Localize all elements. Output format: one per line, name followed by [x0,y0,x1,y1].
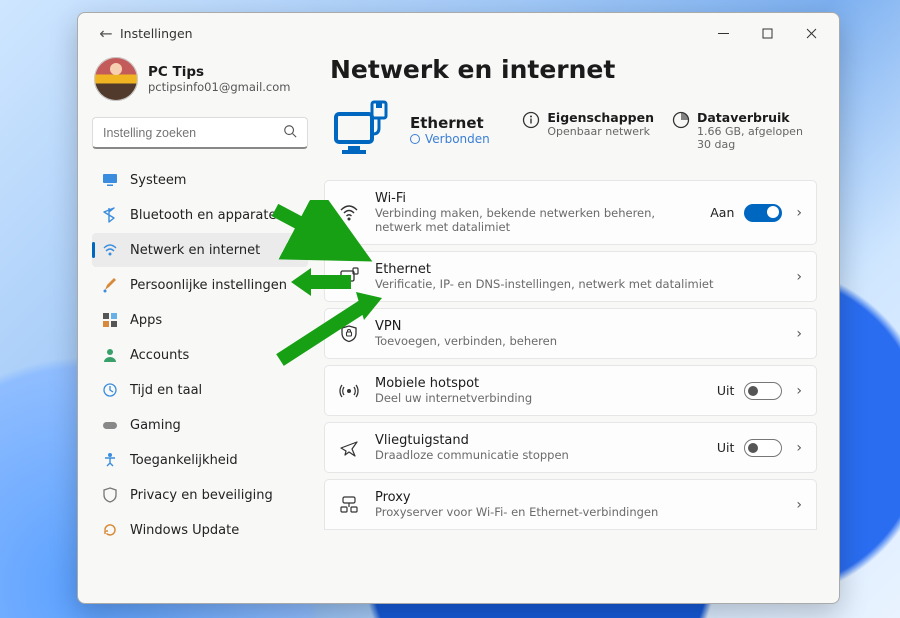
sidebar-item-windows-update[interactable]: Windows Update [92,513,308,547]
card-subtitle: Draadloze communicatie stoppen [375,448,701,462]
sidebar-item-label: Tijd en taal [130,383,202,398]
sidebar-nav: Systeem Bluetooth en apparaten Netwerk e… [92,163,308,547]
window-controls [701,13,833,53]
sidebar-item-time-language[interactable]: Tijd en taal [92,373,308,407]
back-button[interactable]: ← [92,24,120,43]
sidebar-item-gaming[interactable]: Gaming [92,408,308,442]
chevron-right-icon: › [792,205,802,221]
card-subtitle: Toevoegen, verbinden, beheren [375,334,776,348]
wifi-toggle[interactable] [744,204,782,222]
card-subtitle: Verificatie, IP- en DNS-instellingen, ne… [375,277,776,291]
search-icon [283,123,299,142]
card-proxy[interactable]: ProxyProxyserver voor Wi-Fi- en Ethernet… [324,479,817,530]
page-title: Netwerk en internet [330,55,817,84]
search-input-container[interactable] [92,117,308,149]
wifi-icon [339,203,359,223]
chevron-right-icon: › [792,383,802,399]
chevron-right-icon: › [792,326,802,342]
sidebar-item-label: Systeem [130,173,186,188]
card-title: Wi-Fi [375,191,694,206]
data-usage-icon [672,111,690,129]
hero-status: Verbonden [410,132,490,146]
card-wifi[interactable]: Wi-FiVerbinding maken, bekende netwerken… [324,180,817,245]
hotspot-icon [339,381,359,401]
settings-window: ← Instellingen PC Tips pctipsinfo01@gmai… [77,12,840,604]
accessibility-icon [102,452,118,468]
sidebar-item-system[interactable]: Systeem [92,163,308,197]
sidebar-item-label: Gaming [130,418,181,433]
proxy-icon [339,495,359,515]
profile-name: PC Tips [148,64,290,80]
sidebar-item-label: Netwerk en internet [130,243,260,258]
sidebar-item-bluetooth[interactable]: Bluetooth en apparaten [92,198,308,232]
sidebar-item-accounts[interactable]: Accounts [92,338,308,372]
sidebar-item-label: Accounts [130,348,189,363]
close-button[interactable] [789,13,833,53]
ethernet-hero-icon [330,98,394,162]
sidebar-item-network[interactable]: Netwerk en internet [92,233,308,267]
main-panel: Netwerk en internet Ethernet Verbonden [318,53,839,603]
shield-icon [102,487,118,503]
bluetooth-icon [102,207,118,223]
network-hero: Ethernet Verbonden EigenschappenOpenbaar… [324,98,817,180]
hotspot-toggle[interactable] [744,382,782,400]
gamepad-icon [102,417,118,433]
sidebar-item-label: Privacy en beveiliging [130,488,273,503]
card-title: Mobiele hotspot [375,376,701,391]
sidebar-item-privacy[interactable]: Privacy en beveiliging [92,478,308,512]
card-airplane-mode[interactable]: VliegtuigstandDraadloze communicatie sto… [324,422,817,473]
data-usage-link[interactable]: Dataverbruik1.66 GB, afgelopen 30 dag [672,110,817,151]
apps-icon [102,312,118,328]
person-icon [102,347,118,363]
chevron-right-icon: › [792,440,802,456]
ethernet-icon [339,267,359,287]
maximize-button[interactable] [745,13,789,53]
airplane-toggle[interactable] [744,439,782,457]
profile-block[interactable]: PC Tips pctipsinfo01@gmail.com [92,53,308,117]
update-icon [102,522,118,538]
brush-icon [102,277,118,293]
sidebar-item-personalization[interactable]: Persoonlijke instellingen [92,268,308,302]
toggle-label: Uit [717,440,735,455]
card-subtitle: Deel uw internetverbinding [375,391,701,405]
search-input[interactable] [101,125,283,141]
card-subtitle: Verbinding maken, bekende netwerken behe… [375,206,694,234]
display-icon [102,172,118,188]
info-icon [522,111,540,129]
sidebar-item-label: Bluetooth en apparaten [130,208,285,223]
sidebar-item-label: Apps [130,313,162,328]
status-dot-icon [410,134,420,144]
content-area: PC Tips pctipsinfo01@gmail.com Systeem B… [78,53,839,603]
card-hotspot[interactable]: Mobiele hotspotDeel uw internetverbindin… [324,365,817,416]
airplane-icon [339,438,359,458]
minimize-button[interactable] [701,13,745,53]
card-title: VPN [375,319,776,334]
properties-link[interactable]: EigenschappenOpenbaar netwerk [522,110,654,138]
window-title: Instellingen [120,26,193,41]
sidebar-item-accessibility[interactable]: Toegankelijkheid [92,443,308,477]
toggle-label: Uit [717,383,735,398]
card-vpn[interactable]: VPNToevoegen, verbinden, beheren › [324,308,817,359]
hero-title: Ethernet [410,114,490,132]
sidebar: PC Tips pctipsinfo01@gmail.com Systeem B… [78,53,318,603]
wifi-globe-icon [102,242,118,258]
toggle-label: Aan [710,205,734,220]
card-ethernet[interactable]: EthernetVerificatie, IP- en DNS-instelli… [324,251,817,302]
sidebar-item-label: Persoonlijke instellingen [130,278,287,293]
settings-cards: Wi-FiVerbinding maken, bekende netwerken… [324,180,817,530]
avatar [94,57,138,101]
card-title: Proxy [375,490,776,505]
chevron-right-icon: › [792,269,802,285]
vpn-shield-icon [339,324,359,344]
card-subtitle: Proxyserver voor Wi-Fi- en Ethernet-verb… [375,505,776,519]
sidebar-item-label: Windows Update [130,523,239,538]
clock-globe-icon [102,382,118,398]
chevron-right-icon: › [792,497,802,513]
sidebar-item-apps[interactable]: Apps [92,303,308,337]
profile-email: pctipsinfo01@gmail.com [148,80,290,94]
sidebar-item-label: Toegankelijkheid [130,453,238,468]
card-title: Ethernet [375,262,776,277]
card-title: Vliegtuigstand [375,433,701,448]
titlebar: ← Instellingen [78,13,839,53]
